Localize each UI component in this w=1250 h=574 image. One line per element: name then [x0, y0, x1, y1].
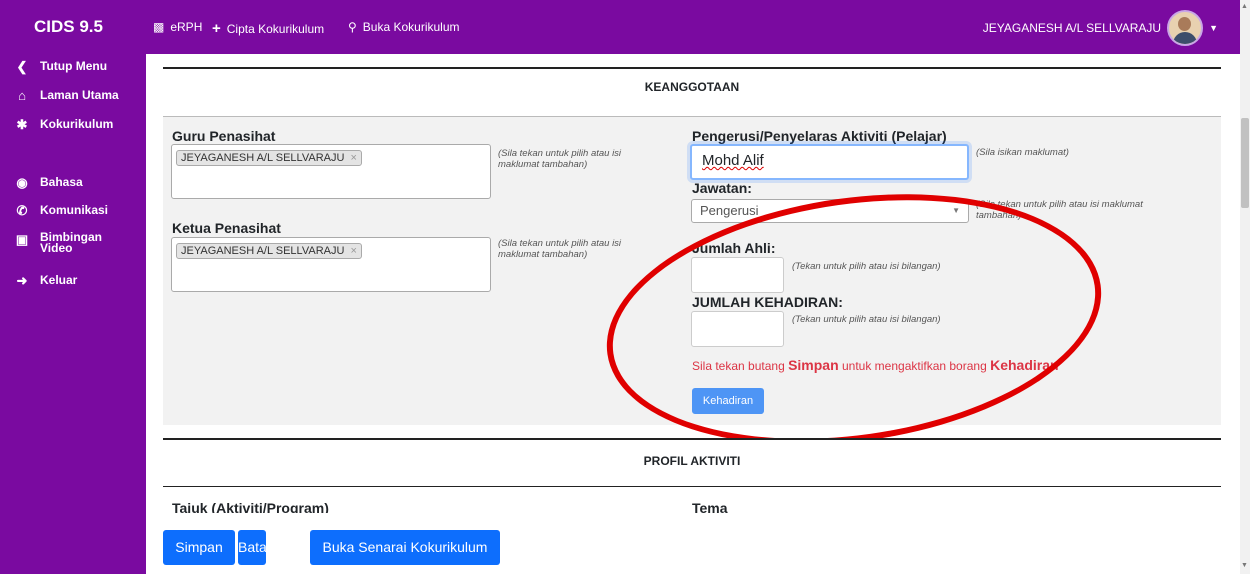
sidebar-item-kokurikulum[interactable]: ✱ Kokurikulum: [14, 117, 114, 133]
app-title[interactable]: CIDS 9.5: [34, 17, 103, 37]
tag-label: JEYAGANESH A/L SELLVARAJU: [181, 152, 345, 164]
nav-link-erph[interactable]: ▩ eRPH: [153, 20, 202, 34]
chevron-down-icon: ▼: [1209, 23, 1218, 33]
sidebar-item-bahasa[interactable]: ◉ Bahasa: [14, 175, 83, 191]
selected-tag: JEYAGANESH A/L SELLVARAJU ×: [176, 243, 362, 259]
guru-penasihat-note: (Sila tekan untuk pilih atau isi makluma…: [498, 148, 622, 170]
ketua-penasihat-label: Ketua Penasihat: [172, 220, 281, 236]
sidebar: ❮ Tutup Menu ⌂ Laman Utama ✱ Kokurikulum…: [0, 54, 146, 574]
avatar: [1167, 10, 1204, 46]
sidebar-item-bimbingan-video[interactable]: ▣ Bimbingan Video: [14, 230, 110, 255]
sidebar-item-label: Laman Utama: [40, 88, 119, 102]
sidebar-item-laman-utama[interactable]: ⌂ Laman Utama: [14, 88, 119, 103]
batal-button[interactable]: Batal: [238, 530, 270, 565]
pengerusi-label: Pengerusi/Penyelaras Aktiviti (Pelajar): [692, 128, 947, 144]
pengerusi-input[interactable]: Mohd Alif: [690, 144, 969, 180]
sidebar-item-label: Keluar: [40, 273, 78, 287]
sidebar-item-label: Kokurikulum: [40, 117, 114, 131]
remove-icon[interactable]: ×: [350, 245, 356, 257]
jawatan-label: Jawatan:: [692, 180, 752, 196]
section-title: PROFIL AKTIVITI: [643, 454, 741, 468]
simpan-button[interactable]: Simpan: [163, 530, 235, 565]
profil-aktiviti-heading: PROFIL AKTIVITI: [163, 438, 1221, 486]
plus-icon: +: [212, 20, 221, 37]
file-icon: ▩: [153, 20, 165, 34]
section-title: KEANGGOTAAN: [644, 80, 740, 94]
sidebar-item-tutup-menu[interactable]: ❮ Tutup Menu: [14, 59, 108, 75]
pengerusi-input-value: Mohd Alif: [702, 152, 764, 169]
scroll-up-icon[interactable]: ▲: [1241, 3, 1248, 10]
sidebar-item-label: Bahasa: [40, 175, 83, 189]
tag-label: JEYAGANESH A/L SELLVARAJU: [181, 245, 345, 257]
selected-tag: JEYAGANESH A/L SELLVARAJU ×: [176, 150, 362, 166]
remove-icon[interactable]: ×: [350, 152, 356, 164]
video-icon: ▣: [15, 232, 29, 247]
ketua-penasihat-select[interactable]: JEYAGANESH A/L SELLVARAJU ×: [171, 237, 491, 292]
page-scrollbar[interactable]: ▲ ▼: [1240, 0, 1250, 574]
globe-icon: ◉: [16, 175, 28, 190]
pengerusi-note: (Sila isikan maklumat): [976, 147, 1069, 158]
search-icon: ⚲: [348, 20, 357, 34]
sidebar-item-label: Komunikasi: [40, 203, 109, 217]
ketua-penasihat-note: (Sila tekan untuk pilih atau isi makluma…: [498, 238, 622, 260]
user-name: JEYAGANESH A/L SELLVARAJU: [982, 21, 1162, 35]
sidebar-item-label: Bimbingan Video: [40, 230, 102, 255]
top-navbar: CIDS 9.5 ▩ eRPH + Cipta Kokurikulum ⚲ Bu…: [0, 0, 1240, 54]
guru-penasihat-label: Guru Penasihat: [172, 128, 276, 144]
phone-icon: ✆: [16, 203, 28, 218]
nav-link-cipta-kokurikulum[interactable]: + Cipta Kokurikulum: [212, 20, 324, 37]
running-icon: ✱: [16, 117, 28, 132]
nav-link-label: eRPH: [170, 20, 203, 34]
sidebar-item-komunikasi[interactable]: ✆ Komunikasi: [14, 203, 108, 219]
sign-out-icon: ➜: [16, 273, 28, 288]
nav-link-label: Buka Kokurikulum: [362, 20, 460, 34]
home-icon: ⌂: [18, 88, 26, 103]
user-menu[interactable]: JEYAGANESH A/L SELLVARAJU ▼: [983, 10, 1218, 46]
scroll-down-icon[interactable]: ▼: [1241, 562, 1248, 569]
guru-penasihat-select[interactable]: JEYAGANESH A/L SELLVARAJU ×: [171, 144, 491, 199]
nav-link-label: Cipta Kokurikulum: [226, 21, 325, 36]
buka-senarai-kokurikulum-button[interactable]: Buka Senarai Kokurikulum: [310, 530, 500, 565]
chevron-left-circle-icon: ❮: [16, 59, 28, 74]
jawatan-selected: Pengerusi: [700, 203, 759, 218]
sidebar-item-label: Tutup Menu: [40, 59, 108, 73]
scrollbar-thumb[interactable]: [1241, 118, 1249, 208]
nav-link-buka-kokurikulum[interactable]: ⚲ Buka Kokurikulum: [348, 20, 460, 34]
sidebar-item-keluar[interactable]: ➜ Keluar: [14, 273, 78, 289]
keanggotaan-heading: KEANGGOTAAN: [163, 67, 1221, 115]
